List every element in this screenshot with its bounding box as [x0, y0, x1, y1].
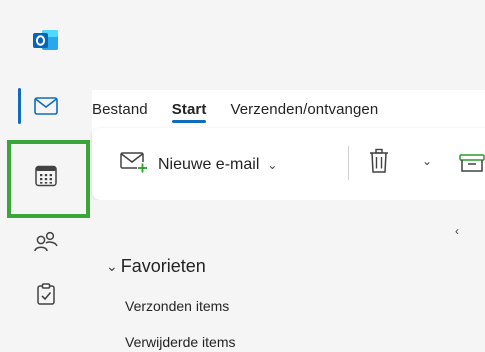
chevron-down-icon: ⌄: [106, 258, 118, 274]
tab-verzenden-ontvangen[interactable]: Verzenden/ontvangen: [230, 101, 378, 118]
folder-item-deleted[interactable]: Verwijderde items: [125, 334, 236, 350]
people-icon: [33, 231, 59, 253]
new-mail-label: Nieuwe e-mail: [158, 155, 260, 173]
nav-tasks-button[interactable]: [0, 268, 92, 320]
ribbon-separator: [348, 146, 349, 180]
delete-dropdown-chevron[interactable]: ⌄: [422, 154, 432, 168]
ribbon-toolbar: Nieuwe e-mail ⌄ ⌄: [92, 128, 485, 200]
new-mail-icon: [120, 151, 148, 178]
folder-item-sent[interactable]: Verzonden items: [125, 298, 229, 314]
trash-icon: [369, 148, 389, 178]
tab-start[interactable]: Start: [171, 101, 207, 123]
mail-icon: [34, 97, 58, 115]
favorites-label: Favorieten: [120, 256, 206, 276]
nav-mail-button[interactable]: [0, 80, 92, 132]
collapse-pane-icon[interactable]: ‹: [455, 224, 459, 238]
archive-button[interactable]: [459, 154, 485, 177]
nav-people-button[interactable]: [0, 216, 92, 268]
favorites-header[interactable]: ⌄ Favorieten: [106, 256, 206, 277]
calendar-highlight-box: [7, 140, 90, 218]
clipboard-check-icon: [36, 283, 56, 305]
outlook-logo-icon: [33, 28, 59, 52]
new-mail-button[interactable]: Nieuwe e-mail ⌄: [120, 151, 277, 178]
archive-icon: [459, 154, 485, 176]
title-bar: [92, 0, 485, 90]
tab-bestand[interactable]: Bestand: [92, 101, 148, 118]
delete-button[interactable]: [369, 148, 389, 179]
ribbon-tabs: Bestand Start Verzenden/ontvangen: [92, 95, 402, 123]
new-mail-dropdown-chevron[interactable]: ⌄: [267, 158, 277, 172]
